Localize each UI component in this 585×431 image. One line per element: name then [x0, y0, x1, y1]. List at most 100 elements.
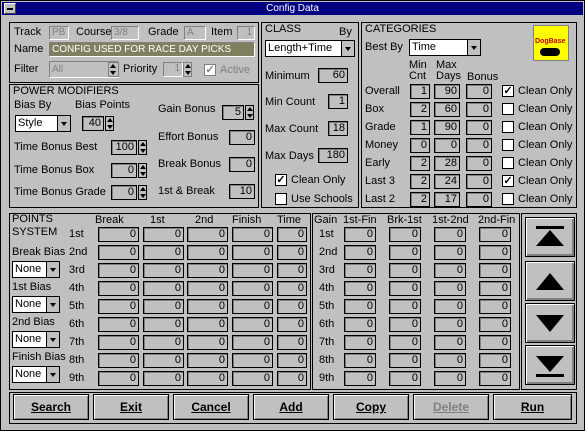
points-cell[interactable]: 0: [277, 335, 307, 350]
points-cell[interactable]: 0: [277, 263, 307, 278]
chevron-down-icon[interactable]: [341, 41, 354, 56]
gain-cell[interactable]: 0: [389, 281, 421, 296]
bias-select[interactable]: None: [12, 366, 60, 383]
previous-record-button[interactable]: [525, 261, 575, 301]
category-min-count[interactable]: 2: [410, 192, 430, 207]
exit-button[interactable]: Exit: [93, 394, 169, 420]
category-clean-only-checkbox[interactable]: ✓: [502, 85, 514, 97]
category-clean-only-checkbox[interactable]: [502, 103, 514, 115]
gain-cell[interactable]: 0: [389, 227, 421, 242]
gain-cell[interactable]: 0: [389, 263, 421, 278]
category-min-count[interactable]: 0: [410, 138, 430, 153]
gain-cell[interactable]: 0: [434, 353, 466, 368]
points-cell[interactable]: 0: [98, 371, 139, 386]
points-cell[interactable]: 0: [232, 263, 273, 278]
gain-cell[interactable]: 0: [479, 263, 511, 278]
gain-cell[interactable]: 0: [344, 245, 376, 260]
category-clean-only-checkbox[interactable]: [502, 157, 514, 169]
category-bonus[interactable]: 0: [466, 138, 492, 153]
bias-select[interactable]: None: [12, 261, 60, 278]
gain-cell[interactable]: 0: [434, 245, 466, 260]
time-bonus-best-field[interactable]: 100: [111, 140, 137, 155]
points-cell[interactable]: 0: [187, 245, 228, 260]
category-min-count[interactable]: 2: [410, 102, 430, 117]
points-cell[interactable]: 0: [98, 335, 139, 350]
gain-cell[interactable]: 0: [344, 353, 376, 368]
points-cell[interactable]: 0: [232, 227, 273, 242]
max-days-field[interactable]: 180: [318, 148, 348, 163]
gain-cell[interactable]: 0: [434, 371, 466, 386]
gain-bonus-spinner-icon[interactable]: [245, 105, 254, 120]
points-cell[interactable]: 0: [232, 317, 273, 332]
active-checkbox[interactable]: ✓: [204, 64, 216, 76]
gain-cell[interactable]: 0: [479, 317, 511, 332]
category-bonus[interactable]: 0: [466, 84, 492, 99]
points-cell[interactable]: 0: [187, 353, 228, 368]
category-bonus[interactable]: 0: [466, 102, 492, 117]
gain-cell[interactable]: 0: [389, 353, 421, 368]
category-clean-only-checkbox[interactable]: [502, 139, 514, 151]
gain-cell[interactable]: 0: [434, 263, 466, 278]
points-cell[interactable]: 0: [277, 317, 307, 332]
gain-cell[interactable]: 0: [479, 353, 511, 368]
category-max-days[interactable]: 60: [434, 102, 460, 117]
gain-cell[interactable]: 0: [479, 281, 511, 296]
filter-dropdown-icon[interactable]: [108, 62, 119, 77]
chevron-down-icon[interactable]: [46, 262, 59, 277]
gain-cell[interactable]: 0: [434, 299, 466, 314]
gain-bonus-field[interactable]: 5: [222, 105, 244, 120]
points-cell[interactable]: 0: [98, 353, 139, 368]
points-cell[interactable]: 0: [277, 353, 307, 368]
min-count-field[interactable]: 1: [328, 94, 348, 109]
points-cell[interactable]: 0: [232, 371, 273, 386]
points-cell[interactable]: 0: [98, 281, 139, 296]
points-cell[interactable]: 0: [143, 371, 184, 386]
category-min-count[interactable]: 2: [410, 156, 430, 171]
category-max-days[interactable]: 24: [434, 174, 460, 189]
gain-cell[interactable]: 0: [389, 299, 421, 314]
first-break-field[interactable]: 10: [229, 184, 255, 199]
gain-cell[interactable]: 0: [389, 371, 421, 386]
points-cell[interactable]: 0: [143, 245, 184, 260]
next-record-button[interactable]: [525, 303, 575, 343]
first-record-button[interactable]: [525, 217, 575, 257]
gain-cell[interactable]: 0: [389, 245, 421, 260]
points-cell[interactable]: 0: [98, 245, 139, 260]
course-field[interactable]: 3/8: [111, 26, 139, 40]
delete-button[interactable]: Delete: [413, 394, 489, 420]
category-bonus[interactable]: 0: [466, 156, 492, 171]
points-cell[interactable]: 0: [143, 281, 184, 296]
category-clean-only-checkbox[interactable]: ✓: [502, 175, 514, 187]
points-cell[interactable]: 0: [232, 299, 273, 314]
points-cell[interactable]: 0: [187, 371, 228, 386]
gain-cell[interactable]: 0: [434, 227, 466, 242]
category-bonus[interactable]: 0: [466, 120, 492, 135]
gain-cell[interactable]: 0: [344, 281, 376, 296]
points-cell[interactable]: 0: [277, 281, 307, 296]
bias-select[interactable]: None: [12, 296, 60, 313]
points-cell[interactable]: 0: [143, 299, 184, 314]
points-cell[interactable]: 0: [277, 371, 307, 386]
class-clean-only-checkbox[interactable]: ✓: [275, 174, 287, 186]
name-field[interactable]: CONFIG USED FOR RACE DAY PICKS: [49, 42, 255, 57]
item-field[interactable]: 1: [237, 26, 255, 40]
points-cell[interactable]: 0: [187, 263, 228, 278]
minimum-field[interactable]: 60: [318, 68, 348, 83]
gain-cell[interactable]: 0: [344, 317, 376, 332]
points-cell[interactable]: 0: [143, 317, 184, 332]
points-cell[interactable]: 0: [187, 227, 228, 242]
gain-cell[interactable]: 0: [434, 317, 466, 332]
chevron-down-icon[interactable]: [46, 367, 59, 382]
points-cell[interactable]: 0: [232, 353, 273, 368]
max-count-field[interactable]: 18: [328, 121, 348, 136]
points-cell[interactable]: 0: [277, 227, 307, 242]
time-bonus-best-spinner-icon[interactable]: [138, 140, 147, 155]
chevron-down-icon[interactable]: [46, 332, 59, 347]
priority-spinner-icon[interactable]: [183, 62, 192, 77]
effort-bonus-field[interactable]: 0: [229, 130, 255, 145]
gain-cell[interactable]: 0: [344, 299, 376, 314]
run-button[interactable]: Run: [493, 394, 572, 420]
track-field[interactable]: PB: [49, 26, 69, 40]
time-bonus-grade-spinner-icon[interactable]: [138, 185, 147, 200]
chevron-down-icon[interactable]: [467, 40, 480, 55]
